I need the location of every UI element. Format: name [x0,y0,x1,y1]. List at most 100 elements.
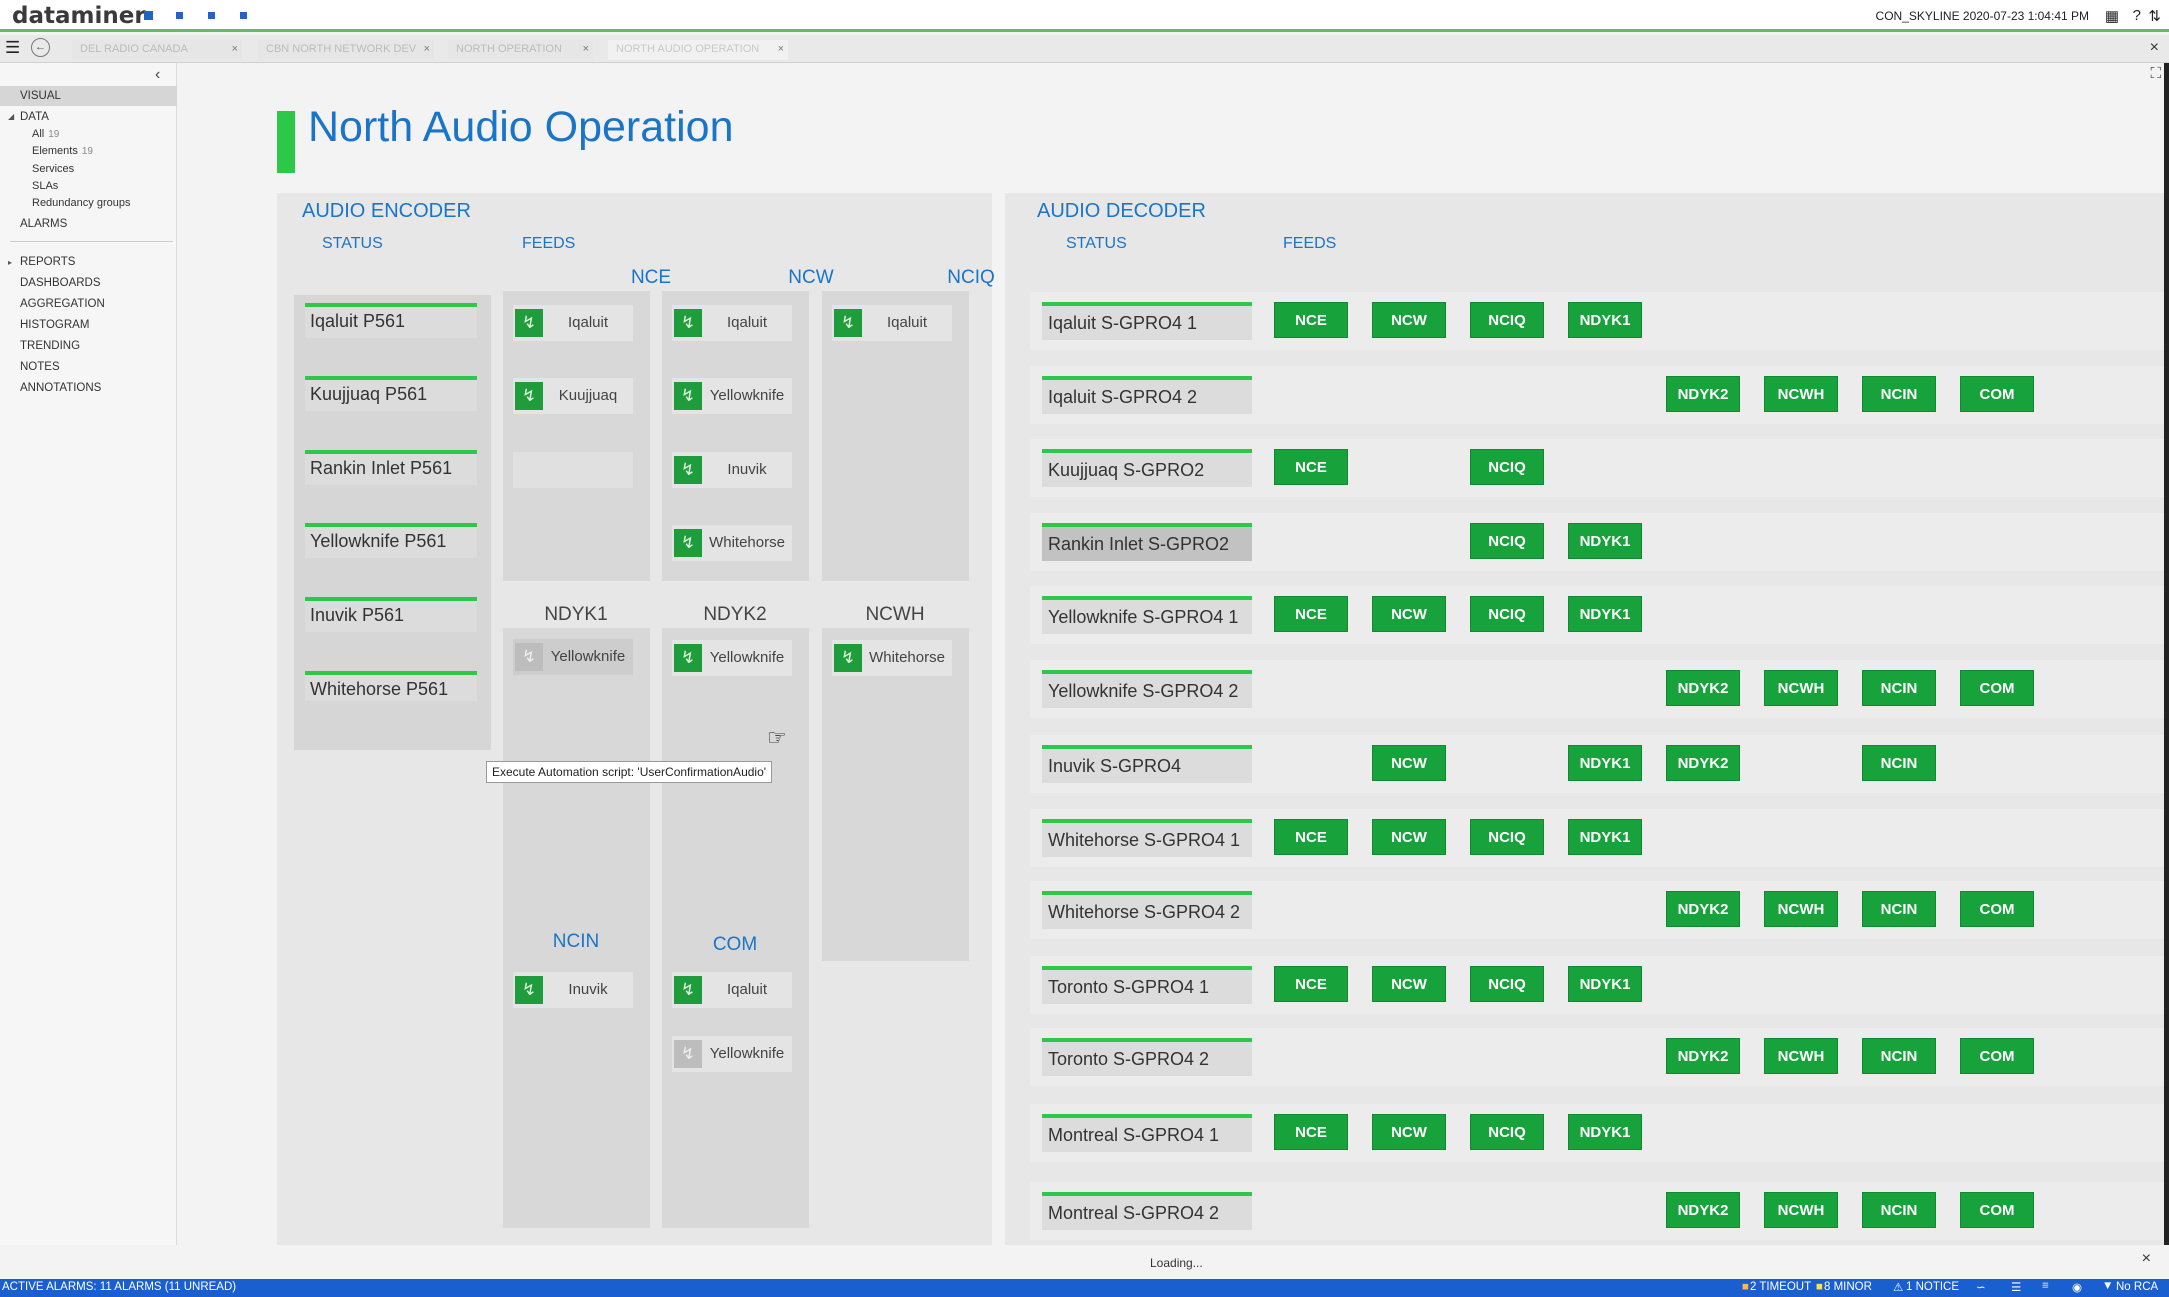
decoder-status[interactable]: Toronto S-GPRO4 2 [1042,1038,1252,1076]
sidebar-item-annotations[interactable]: ANNOTATIONS [20,382,101,394]
decoder-feed-button-ncin[interactable]: NCIN [1862,891,1936,927]
decoder-feed-button-com[interactable]: COM [1960,1038,2034,1074]
decoder-feed-button-nciq[interactable]: NCIQ [1470,523,1544,559]
decoder-status[interactable]: Iqaluit S-GPRO4 1 [1042,302,1252,340]
decoder-status[interactable]: Montreal S-GPRO4 1 [1042,1114,1252,1152]
sidebar-item-redundancy[interactable]: Redundancy groups [32,197,130,209]
decoder-feed-button-ndyk2[interactable]: NDYK2 [1666,745,1740,781]
expand-icon[interactable]: ▸ [8,258,12,267]
apps-grid-icon[interactable]: ▦ [2105,7,2119,25]
decoder-feed-button-ncwh[interactable]: NCWH [1764,1192,1838,1228]
sidebar-item-visual[interactable]: VISUAL [20,90,61,102]
feed-nciq-iqaluit[interactable]: ↯ Iqaluit [832,305,952,341]
decoder-feed-button-nciq[interactable]: NCIQ [1470,596,1544,632]
encoder-status-kuujjuaq[interactable]: Kuujjuaq P561 [305,376,477,411]
decoder-feed-button-ndyk1[interactable]: NDYK1 [1568,745,1642,781]
menu-icon[interactable]: ☰ [5,38,20,58]
sidebar-item-slas[interactable]: SLAs [32,180,58,192]
decoder-feed-button-ncw[interactable]: NCW [1372,745,1446,781]
sidebar-item-elements[interactable]: Elements 19 [32,145,93,157]
decoder-feed-button-ncwh[interactable]: NCWH [1764,376,1838,412]
sidebar-item-alarms[interactable]: ALARMS [20,218,67,230]
decoder-feed-button-ncw[interactable]: NCW [1372,819,1446,855]
rca-status[interactable]: No RCA [2116,1281,2158,1293]
encoder-status-inuvik[interactable]: Inuvik P561 [305,597,477,632]
back-icon[interactable]: ← [31,38,50,57]
sidebar-item-reports[interactable]: REPORTS [20,256,75,268]
close-tab-icon[interactable]: × [583,43,589,55]
decoder-feed-button-ndyk2[interactable]: NDYK2 [1666,670,1740,706]
decoder-feed-button-ndyk1[interactable]: NDYK1 [1568,966,1642,1002]
decoder-status[interactable]: Rankin Inlet S-GPRO2 [1042,523,1252,561]
feed-ncw-inuvik[interactable]: ↯ Inuvik [672,452,792,488]
feed-nce-iqaluit[interactable]: ↯ Iqaluit [513,305,633,341]
decoder-feed-button-ndyk1[interactable]: NDYK1 [1568,302,1642,338]
decoder-feed-button-ncwh[interactable]: NCWH [1764,670,1838,706]
decoder-status[interactable]: Yellowknife S-GPRO4 2 [1042,670,1252,708]
decoder-feed-button-ncw[interactable]: NCW [1372,596,1446,632]
feed-ncin-inuvik[interactable]: ↯ Inuvik [513,972,633,1008]
sidebar-item-all[interactable]: All 19 [32,128,59,140]
decoder-status[interactable]: Inuvik S-GPRO4 [1042,745,1252,783]
feed-ndyk1-yellowknife[interactable]: ↯ Yellowknife [513,639,633,675]
decoder-feed-button-ndyk2[interactable]: NDYK2 [1666,1038,1740,1074]
decoder-status[interactable]: Montreal S-GPRO4 2 [1042,1192,1252,1230]
decoder-feed-button-nciq[interactable]: NCIQ [1470,449,1544,485]
tab-north-audio-operation[interactable]: NORTH AUDIO OPERATION × [608,40,788,60]
decoder-feed-button-ndyk1[interactable]: NDYK1 [1568,1114,1642,1150]
close-tab-icon[interactable]: × [778,43,784,55]
workspace-icon-2[interactable] [176,12,183,19]
decoder-feed-button-ncwh[interactable]: NCWH [1764,891,1838,927]
decoder-feed-button-nce[interactable]: NCE [1274,449,1348,485]
encoder-status-whitehorse[interactable]: Whitehorse P561 [305,671,477,701]
decoder-feed-button-ndyk1[interactable]: NDYK1 [1568,523,1642,559]
decoder-feed-button-com[interactable]: COM [1960,891,2034,927]
help-icon[interactable]: ? [2133,7,2141,24]
collapse-sidebar-icon[interactable]: ‹ [155,66,160,84]
decoder-status[interactable]: Kuujjuaq S-GPRO2 [1042,449,1252,487]
decoder-status[interactable]: Yellowknife S-GPRO4 1 [1042,596,1252,634]
fullscreen-icon[interactable]: ⛶ [2150,65,2161,82]
tab-north-operation[interactable]: NORTH OPERATION × [448,40,593,60]
decoder-feed-button-ndyk1[interactable]: NDYK1 [1568,819,1642,855]
feed-nce-kuujjuaq[interactable]: ↯ Kuujjuaq [513,378,633,414]
decoder-feed-button-ndyk2[interactable]: NDYK2 [1666,376,1740,412]
decoder-feed-button-nciq[interactable]: NCIQ [1470,302,1544,338]
feed-ndyk2-yellowknife[interactable]: ↯ Yellowknife [672,640,792,676]
decoder-feed-button-ncin[interactable]: NCIN [1862,1038,1936,1074]
close-loading-icon[interactable]: × [2142,1250,2151,1268]
sidebar-item-services[interactable]: Services [32,163,74,175]
decoder-status[interactable]: Whitehorse S-GPRO4 1 [1042,819,1252,857]
sidebar-item-trending[interactable]: TRENDING [20,340,80,352]
globe-icon[interactable]: ◉ [2072,1280,2082,1294]
decoder-feed-button-nciq[interactable]: NCIQ [1470,1114,1544,1150]
feed-com-yellowknife[interactable]: ↯ Yellowknife [672,1036,792,1072]
decoder-feed-button-ncw[interactable]: NCW [1372,1114,1446,1150]
workspace-icon-4[interactable] [240,12,247,19]
close-tab-icon[interactable]: × [232,43,238,55]
chart-icon[interactable]: ∽ [1976,1280,1986,1294]
feed-ncw-iqaluit[interactable]: ↯ Iqaluit [672,305,792,341]
decoder-feed-button-ndyk2[interactable]: NDYK2 [1666,891,1740,927]
decoder-feed-button-ncin[interactable]: NCIN [1862,745,1936,781]
feed-com-iqaluit[interactable]: ↯ Iqaluit [672,972,792,1008]
decoder-feed-button-ncwh[interactable]: NCWH [1764,1038,1838,1074]
decoder-feed-button-nce[interactable]: NCE [1274,596,1348,632]
feed-ncw-whitehorse[interactable]: ↯ Whitehorse [672,525,792,561]
expand-icon[interactable]: ◢ [8,112,14,121]
tab-cbn-north-network[interactable]: CBN NORTH NETWORK DEV × [258,40,434,60]
decoder-feed-button-ncw[interactable]: NCW [1372,966,1446,1002]
decoder-status[interactable]: Whitehorse S-GPRO4 2 [1042,891,1252,929]
decoder-feed-button-ncin[interactable]: NCIN [1862,670,1936,706]
decoder-feed-button-nciq[interactable]: NCIQ [1470,819,1544,855]
decoder-feed-button-nce[interactable]: NCE [1274,302,1348,338]
decoder-feed-button-ncin[interactable]: NCIN [1862,1192,1936,1228]
timeout-count[interactable]: 2 TIMEOUT [1750,1281,1811,1293]
list-icon[interactable]: ☰ [2011,1280,2021,1294]
encoder-status-iqaluit[interactable]: Iqaluit P561 [305,303,477,338]
sort-icon[interactable]: ≡ [2042,1280,2049,1292]
close-tab-icon[interactable]: × [424,43,430,55]
filter-icon[interactable]: ▼ [2102,1280,2113,1292]
feed-ncwh-whitehorse[interactable]: ↯ Whitehorse [832,640,952,676]
sidebar-item-data[interactable]: DATA [20,111,49,123]
